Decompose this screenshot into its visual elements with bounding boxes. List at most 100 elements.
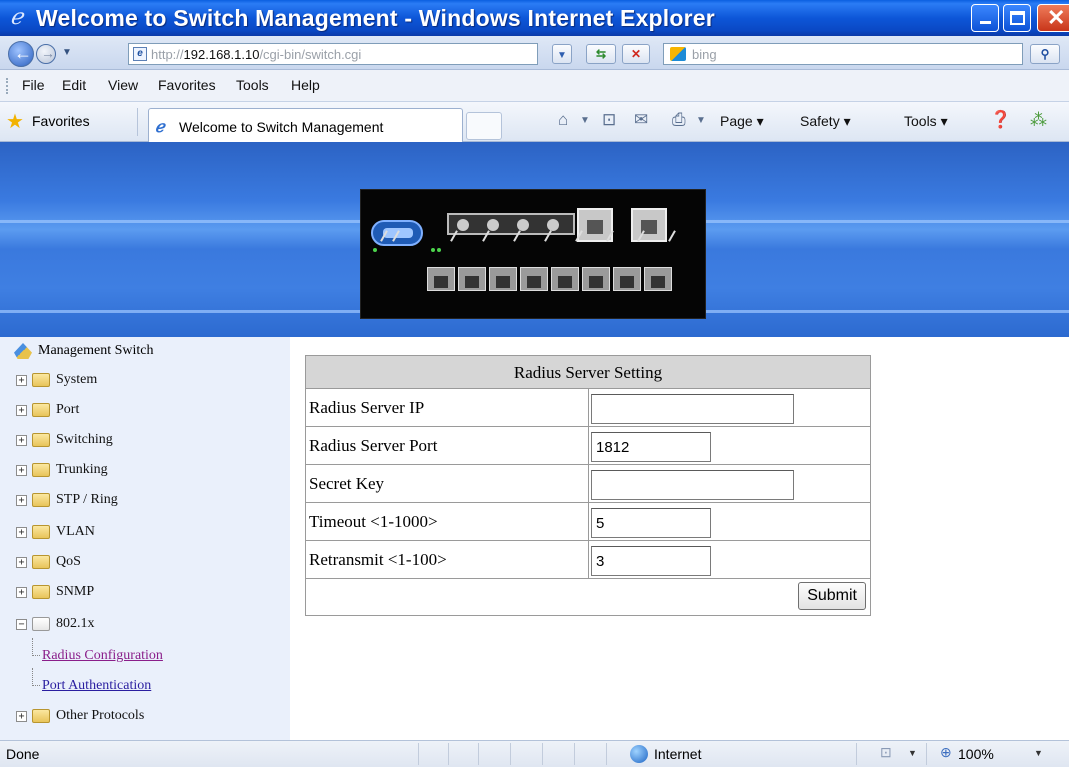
tree-node-switching[interactable]: + Switching	[16, 430, 276, 452]
retransmit-input[interactable]	[591, 546, 711, 576]
expand-icon[interactable]: +	[16, 711, 27, 722]
status-bar: Done Internet ⊡ ▼ ⊕ 100% ▼	[0, 740, 1069, 767]
expand-icon[interactable]: +	[16, 527, 27, 538]
address-url: http://192.168.1.10/cgi-bin/switch.cgi	[151, 47, 362, 62]
toolbar-grip	[6, 78, 8, 94]
new-tab-button[interactable]	[466, 112, 502, 140]
research-icon[interactable]: ⁂	[1030, 110, 1047, 130]
expand-icon[interactable]: +	[16, 435, 27, 446]
folder-icon	[32, 403, 50, 417]
tab-label: Welcome to Switch Management	[179, 119, 384, 135]
address-input[interactable]: e http://192.168.1.10/cgi-bin/switch.cgi	[128, 43, 538, 65]
page-menu[interactable]: Page ▾	[720, 113, 764, 130]
menu-file[interactable]: File	[22, 77, 45, 93]
tree-node-vlan[interactable]: + VLAN	[16, 522, 276, 544]
home-icon[interactable]: ⌂	[558, 110, 568, 130]
status-text: Done	[6, 746, 40, 762]
radius-server-port-input[interactable]	[591, 432, 711, 462]
window-titlebar: ℯ Welcome to Switch Management - Windows…	[0, 0, 1069, 36]
zoom-icon[interactable]: ⊕	[940, 744, 952, 761]
tree-node-8021x[interactable]: − 802.1x	[16, 614, 276, 636]
menu-favorites[interactable]: Favorites	[158, 77, 216, 93]
field-label: Timeout <1-1000>	[306, 503, 589, 541]
switch-device-image	[360, 189, 706, 319]
close-window-button[interactable]: ✕	[1037, 4, 1069, 32]
address-toolbar: ← → ▼ e http://192.168.1.10/cgi-bin/swit…	[0, 36, 1069, 70]
rss-feed-icon[interactable]: ⊡	[602, 110, 616, 130]
tree-node-snmp[interactable]: + SNMP	[16, 582, 276, 604]
fiber-ports-image	[447, 213, 575, 235]
form-row-secret-key: Secret Key	[306, 465, 870, 503]
print-dropdown-icon[interactable]: ▼	[696, 115, 706, 126]
expand-icon[interactable]: +	[16, 495, 27, 506]
tab-switch-management[interactable]: ℯ Welcome to Switch Management	[148, 108, 463, 142]
search-input[interactable]: bing	[663, 43, 1023, 65]
home-dropdown-icon[interactable]: ▼	[580, 115, 590, 126]
help-icon[interactable]: ❓	[990, 110, 1011, 130]
expand-icon[interactable]: +	[16, 465, 27, 476]
ethernet-port-image	[582, 267, 610, 291]
favorites-button[interactable]: Favorites	[32, 113, 90, 129]
radius-server-ip-input[interactable]	[591, 394, 794, 424]
secret-key-input[interactable]	[591, 470, 794, 500]
zoom-dropdown-icon[interactable]: ▼	[1034, 748, 1043, 758]
status-divider	[926, 743, 927, 765]
status-divider	[478, 743, 479, 765]
chevron-down-icon: ▼	[557, 50, 567, 61]
port-authentication-link[interactable]: Port Authentication	[42, 678, 151, 694]
status-led	[373, 248, 377, 252]
expand-icon[interactable]: +	[16, 587, 27, 598]
stop-button[interactable]: ✕	[622, 44, 650, 64]
tree-node-stp-ring[interactable]: + STP / Ring	[16, 490, 276, 512]
expand-icon[interactable]: +	[16, 405, 27, 416]
status-divider	[510, 743, 511, 765]
recent-pages-dropdown-icon[interactable]: ▼	[62, 47, 72, 58]
back-arrow-icon: ←	[14, 43, 32, 63]
protected-mode-icon[interactable]: ⊡	[880, 744, 892, 761]
ethernet-port-image	[489, 267, 517, 291]
ethernet-port-image	[427, 267, 455, 291]
minimize-button[interactable]	[971, 4, 999, 32]
zoom-level[interactable]: 100%	[958, 746, 994, 762]
search-button[interactable]: ⚲	[1030, 44, 1060, 64]
forward-button[interactable]: →	[36, 44, 56, 64]
ie-page-icon: ℯ	[155, 119, 165, 136]
tree-node-label: STP / Ring	[56, 492, 118, 507]
folder-icon	[32, 525, 50, 539]
radius-configuration-link[interactable]: Radius Configuration	[42, 648, 163, 664]
timeout-input[interactable]	[591, 508, 711, 538]
tools-menu[interactable]: Tools ▾	[904, 113, 948, 130]
address-dropdown-button[interactable]: ▼	[552, 44, 572, 64]
tree-node-system[interactable]: + System	[16, 370, 276, 392]
maximize-button[interactable]	[1003, 4, 1031, 32]
folder-icon	[32, 555, 50, 569]
navigation-tree: Management Switch + System + Port + Swit…	[0, 337, 290, 740]
form-row-server-port: Radius Server Port	[306, 427, 870, 465]
print-icon[interactable]: ⎙	[672, 110, 686, 130]
refresh-button[interactable]: ⇆	[586, 44, 616, 64]
menu-view[interactable]: View	[108, 77, 138, 93]
back-button[interactable]: ←	[8, 41, 34, 67]
protected-mode-dropdown-icon[interactable]: ▼	[908, 748, 917, 758]
tree-node-label: Port	[56, 402, 80, 417]
tree-node-label: 802.1x	[56, 616, 95, 631]
collapse-icon[interactable]: −	[16, 619, 27, 630]
tree-node-port[interactable]: + Port	[16, 400, 276, 422]
menu-tools[interactable]: Tools	[236, 77, 269, 93]
security-zone[interactable]: Internet	[654, 746, 701, 762]
menu-help[interactable]: Help	[291, 77, 320, 93]
expand-icon[interactable]: +	[16, 557, 27, 568]
read-mail-icon[interactable]: ✉	[634, 110, 648, 130]
status-led	[437, 248, 441, 252]
menu-edit[interactable]: Edit	[62, 77, 86, 93]
status-divider	[856, 743, 857, 765]
tree-node-other-protocols[interactable]: + Other Protocols	[16, 706, 276, 728]
led-mark	[668, 230, 676, 242]
window-title: Welcome to Switch Management - Windows I…	[36, 5, 715, 31]
safety-menu[interactable]: Safety ▾	[800, 113, 851, 130]
status-divider	[574, 743, 575, 765]
expand-icon[interactable]: +	[16, 375, 27, 386]
tree-node-trunking[interactable]: + Trunking	[16, 460, 276, 482]
submit-button[interactable]: Submit	[798, 582, 866, 610]
tree-node-qos[interactable]: + QoS	[16, 552, 276, 574]
